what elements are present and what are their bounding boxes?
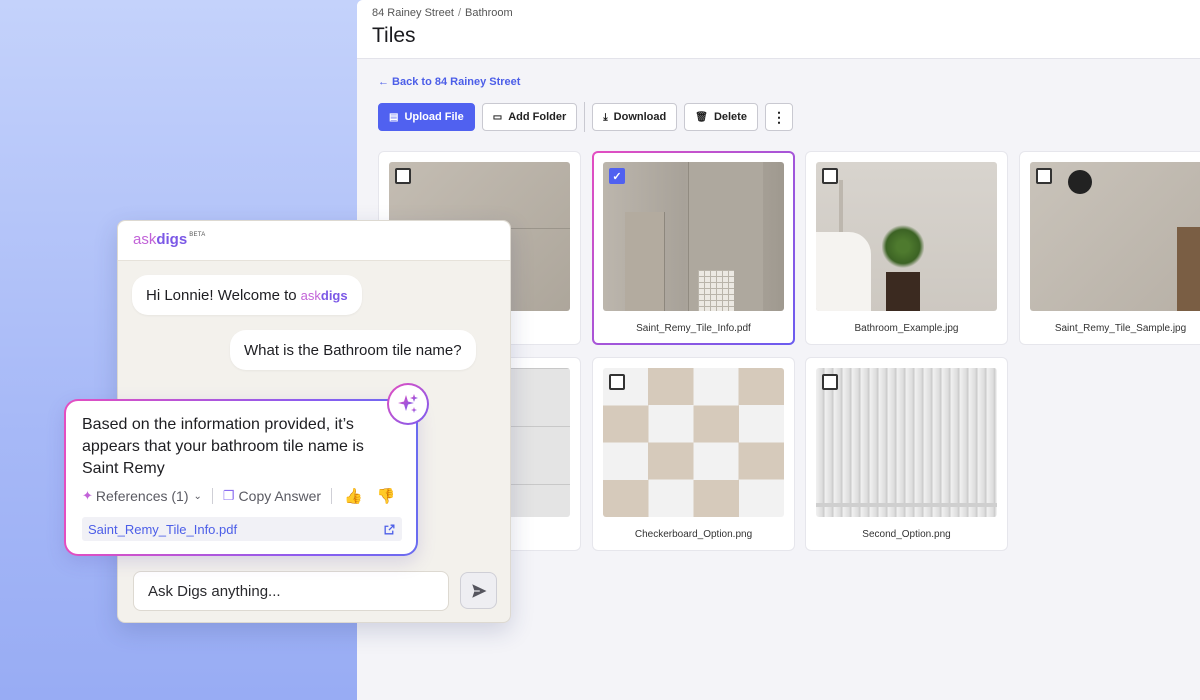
chat-input[interactable]: Ask Digs anything... [133, 571, 449, 611]
references-label: References (1) [95, 488, 189, 504]
inline-brand-ask: ask [300, 287, 321, 303]
file-card-second-option[interactable]: Second_Option.png [805, 357, 1008, 551]
greeting-text: Hi Lonnie! Welcome to [146, 286, 297, 304]
inline-brand-digs: digs [320, 287, 348, 303]
file-name: Saint_Remy_Tile_Info.pdf [636, 323, 751, 334]
action-divider [211, 488, 213, 504]
answer-text: Based on the information provided, it’s … [82, 416, 364, 477]
brand-logo-digs: digs [156, 231, 188, 248]
assistant-answer-card: Based on the information provided, it’s … [64, 399, 418, 556]
download-button[interactable]: ⤓ Download [592, 103, 678, 131]
reference-file-link[interactable]: Saint_Remy_Tile_Info.pdf [82, 517, 402, 541]
back-link[interactable]: ← Back to 84 Rainey Street [378, 76, 520, 88]
action-divider [331, 488, 333, 504]
external-link-icon [384, 524, 395, 534]
file-checkbox[interactable] [822, 374, 838, 390]
file-checkbox[interactable] [1036, 168, 1052, 184]
file-icon: ▤ [389, 111, 399, 123]
file-name: Checkerboard_Option.png [634, 529, 753, 540]
file-thumbnail [603, 368, 784, 517]
download-label: Download [613, 111, 667, 123]
file-checkbox[interactable] [822, 168, 838, 184]
beta-badge: BETA [189, 232, 206, 238]
user-message-text: What is the Bathroom tile name? [244, 341, 462, 359]
file-card-saint-remy-tile-info[interactable]: ✓ Saint_Remy_Tile_Info.pdf [592, 151, 795, 345]
upload-file-label: Upload File [404, 111, 464, 123]
toolbar: ▤ Upload File ▭ Add Folder ⤓ Download 🗑 … [378, 102, 793, 132]
references-dropdown[interactable]: ✦ References (1) ⌄ [82, 488, 202, 504]
copy-icon: ❐ [222, 488, 235, 503]
send-button[interactable] [460, 572, 497, 609]
file-checkbox-checked[interactable]: ✓ [609, 168, 625, 184]
file-name: Saint_Remy_Tile_Sample.jpg [1054, 323, 1187, 334]
more-options-button[interactable]: ⋮ [764, 103, 793, 131]
more-vertical-icon: ⋮ [771, 109, 786, 125]
file-thumbnail [816, 368, 997, 517]
file-card-checkerboard-option[interactable]: Checkerboard_Option.png [592, 357, 795, 551]
file-thumbnail [816, 162, 997, 311]
breadcrumb: 84 Rainey Street / Bathroom [372, 7, 1185, 19]
thumbs-up-icon[interactable]: 👍 [344, 487, 363, 505]
trash-icon: 🗑 [695, 111, 708, 123]
copy-answer-button[interactable]: ❐ Copy Answer [223, 488, 321, 504]
breadcrumb-separator: / [457, 7, 461, 19]
download-icon: ⤓ [603, 111, 608, 123]
breadcrumb-current[interactable]: Bathroom [465, 7, 513, 19]
delete-button[interactable]: 🗑 Delete [684, 103, 758, 131]
user-message-bubble: What is the Bathroom tile name? [230, 330, 476, 370]
file-name: Second_Option.png [862, 529, 951, 540]
sparkles-icon [398, 394, 418, 413]
page-header: 84 Rainey Street / Bathroom Tiles [357, 0, 1200, 59]
file-card-bathroom-example[interactable]: Bathroom_Example.jpg [805, 151, 1008, 345]
assistant-greeting-bubble: Hi Lonnie! Welcome to ask digs [132, 275, 362, 315]
chat-header: ask digs BETA [118, 221, 510, 261]
copy-answer-label: Copy Answer [238, 488, 322, 504]
file-checkbox[interactable] [395, 168, 411, 184]
upload-file-button[interactable]: ▤ Upload File [378, 103, 475, 131]
page-title: Tiles [372, 24, 416, 47]
reference-file-name: Saint_Remy_Tile_Info.pdf [88, 521, 238, 537]
add-folder-label: Add Folder [508, 111, 567, 123]
checkmark-icon: ✓ [612, 170, 622, 183]
send-icon [471, 583, 486, 598]
breadcrumb-parent[interactable]: 84 Rainey Street [372, 7, 454, 19]
chevron-down-icon: ⌄ [193, 490, 202, 502]
file-checkbox[interactable] [609, 374, 625, 390]
delete-label: Delete [713, 111, 747, 123]
file-name: Bathroom_Example.jpg [854, 323, 959, 334]
ai-sparkle-badge [387, 383, 429, 425]
add-folder-button[interactable]: ▭ Add Folder [481, 103, 578, 131]
file-card-saint-remy-tile-sample[interactable]: Saint_Remy_Tile_Sample.jpg [1019, 151, 1200, 345]
answer-actions: ✦ References (1) ⌄ ❐ Copy Answer 👍 👎 [82, 487, 395, 505]
file-thumbnail [1030, 162, 1200, 311]
brand-logo-ask: ask [133, 231, 157, 248]
toolbar-divider [584, 102, 586, 132]
thumbs-down-icon[interactable]: 👎 [377, 487, 396, 505]
folder-icon: ▭ [492, 111, 503, 123]
sparkle-icon: ✦ [82, 488, 93, 503]
file-thumbnail: ✓ [603, 162, 784, 311]
